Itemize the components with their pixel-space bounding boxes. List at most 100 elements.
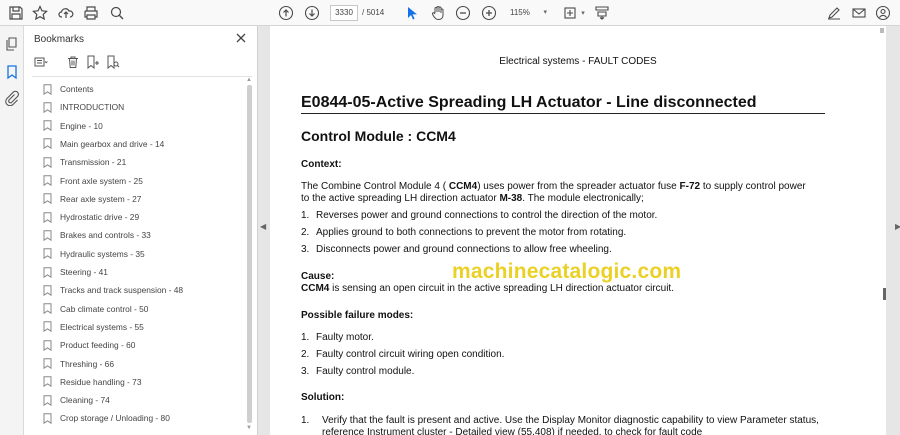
bookmark-item[interactable]: Threshing - 66 bbox=[43, 357, 114, 371]
collapse-left-icon[interactable]: ◀ bbox=[260, 222, 266, 231]
bookmark-icon bbox=[43, 156, 52, 168]
fit-page-chevron-icon[interactable]: ▾ bbox=[578, 3, 588, 23]
bookmark-item[interactable]: Crop storage / Unloading - 80 bbox=[43, 411, 170, 425]
bookmark-item[interactable]: Electrical systems - 55 bbox=[43, 320, 144, 334]
bookmarks-panel: Bookmarks Contents INTRODUCTION Engine - 1… bbox=[24, 26, 258, 435]
scroll-mode-icon[interactable] bbox=[592, 3, 612, 23]
bookmark-label: Rear axle system - 27 bbox=[60, 193, 142, 204]
list-text: Faulty control circuit wiring open condi… bbox=[316, 349, 505, 360]
scrollbar-thumb[interactable] bbox=[247, 85, 252, 423]
bookmark-label: Engine - 10 bbox=[60, 120, 103, 131]
bookmark-panel-icon[interactable] bbox=[4, 64, 20, 80]
bookmark-item[interactable]: Front axle system - 25 bbox=[43, 174, 143, 188]
bookmark-label: Cleaning - 74 bbox=[60, 395, 110, 406]
solution-step: 1. Verify that the fault is present and a… bbox=[301, 415, 841, 426]
cause-heading: Cause: bbox=[301, 271, 335, 282]
bookmark-item[interactable]: Steering - 41 bbox=[43, 265, 108, 279]
bookmark-icon bbox=[43, 102, 52, 113]
cloud-upload-icon[interactable] bbox=[56, 3, 76, 23]
context-text: ) uses power from the spreader actuator … bbox=[477, 181, 680, 192]
bookmark-icon bbox=[43, 120, 52, 132]
scroll-down-icon[interactable]: ▼ bbox=[246, 425, 252, 431]
account-icon[interactable] bbox=[873, 3, 893, 23]
bookmark-icon bbox=[43, 358, 52, 370]
list-number: 1. bbox=[301, 332, 310, 343]
chevron-down-icon: ▾ bbox=[543, 9, 547, 16]
zoom-in-icon[interactable] bbox=[479, 3, 499, 23]
attachment-icon[interactable] bbox=[4, 90, 20, 107]
bookmark-item[interactable]: Hydraulic systems - 35 bbox=[43, 247, 145, 261]
bookmark-icon bbox=[43, 83, 52, 95]
add-bookmark-icon[interactable] bbox=[86, 55, 102, 71]
bookmark-scrollbar[interactable]: ▲ ▼ bbox=[246, 77, 254, 431]
bookmark-options-icon[interactable] bbox=[34, 55, 50, 71]
close-icon[interactable] bbox=[235, 31, 249, 45]
bookmark-icon bbox=[43, 339, 52, 351]
failure-modes-heading: Possible failure modes: bbox=[301, 310, 414, 321]
list-number: 2. bbox=[301, 349, 310, 360]
bookmark-icon bbox=[43, 266, 52, 278]
delete-bookmark-icon[interactable] bbox=[66, 55, 82, 71]
context-text: The Combine Control Module 4 ( bbox=[301, 181, 449, 192]
zoom-out-icon[interactable] bbox=[453, 3, 473, 23]
find-bookmark-icon[interactable] bbox=[106, 55, 122, 71]
previous-page-icon[interactable] bbox=[276, 3, 296, 23]
bookmark-icon bbox=[43, 193, 52, 205]
bookmark-label: Steering - 41 bbox=[60, 267, 108, 277]
bookmark-item[interactable]: Transmission - 21 bbox=[43, 155, 126, 169]
panel-title: Bookmarks bbox=[34, 34, 85, 45]
document-area[interactable]: Electrical systems - FAULT CODES E0844-0… bbox=[258, 26, 900, 435]
context-heading: Context: bbox=[301, 159, 342, 170]
sign-icon[interactable] bbox=[824, 3, 844, 23]
bookmark-item[interactable]: Cleaning - 74 bbox=[43, 393, 110, 407]
next-page-icon[interactable] bbox=[302, 3, 322, 23]
hand-tool-icon[interactable] bbox=[428, 3, 448, 23]
cause-paragraph: CCM4 is sensing an open circuit in the a… bbox=[301, 283, 831, 295]
list-number: 3. bbox=[301, 366, 310, 377]
save-icon[interactable] bbox=[6, 3, 26, 23]
bookmark-item[interactable]: INTRODUCTION bbox=[43, 100, 124, 114]
page-number-input[interactable]: 3330 bbox=[330, 5, 358, 21]
left-rail bbox=[0, 26, 24, 435]
bookmark-item[interactable]: Brakes and controls - 33 bbox=[43, 228, 151, 242]
star-icon[interactable] bbox=[30, 3, 50, 23]
pages-thumbnail-icon[interactable] bbox=[4, 36, 20, 52]
bookmark-label: Threshing - 66 bbox=[60, 358, 114, 369]
bookmark-item[interactable]: Rear axle system - 27 bbox=[43, 192, 141, 206]
zoom-level-select[interactable]: 115% ▾ bbox=[503, 5, 549, 21]
module-name: CCM4 bbox=[301, 283, 330, 294]
context-text: to the active spreading LH direction act… bbox=[301, 192, 500, 204]
bookmark-label: Contents bbox=[60, 84, 94, 94]
bookmark-item[interactable]: Cab climate control - 50 bbox=[43, 302, 148, 316]
bookmark-item[interactable]: Hydrostatic drive - 29 bbox=[43, 210, 139, 224]
context-text: to supply control power bbox=[700, 181, 806, 192]
select-cursor-icon[interactable] bbox=[402, 3, 422, 23]
scroll-up-icon[interactable] bbox=[880, 28, 884, 33]
bookmark-icon bbox=[43, 321, 52, 333]
fit-page-icon[interactable] bbox=[560, 3, 580, 23]
list-number: 3. bbox=[301, 244, 310, 255]
bookmark-item[interactable]: Main gearbox and drive - 14 bbox=[43, 137, 164, 151]
print-icon[interactable] bbox=[81, 3, 101, 23]
collapse-right-icon[interactable]: ▶ bbox=[895, 222, 900, 231]
bookmark-label: Residue handling - 73 bbox=[60, 376, 142, 387]
scroll-up-icon[interactable]: ▲ bbox=[246, 77, 252, 83]
context-text: . The module electronically; bbox=[522, 192, 644, 204]
bookmark-label: Front axle system - 25 bbox=[60, 175, 143, 186]
bookmark-item[interactable]: Engine - 10 bbox=[43, 119, 103, 133]
email-icon[interactable] bbox=[849, 3, 869, 23]
list-text: Reverses power and ground connections to… bbox=[316, 210, 658, 221]
scrollbar-thumb[interactable] bbox=[883, 288, 886, 300]
solution-step-continued: reference Instrument cluster - Detailed … bbox=[322, 427, 703, 435]
bookmark-label: Crop storage / Unloading - 80 bbox=[60, 413, 170, 424]
zoom-search-icon[interactable] bbox=[107, 3, 127, 23]
zoom-level-value: 115% bbox=[510, 8, 530, 17]
bookmark-item[interactable]: Residue handling - 73 bbox=[43, 375, 141, 389]
list-item: 1. Faulty motor. bbox=[301, 332, 841, 343]
list-item: 3. Disconnects power and ground connectio… bbox=[301, 244, 841, 255]
bookmark-item[interactable]: Tracks and track suspension - 48 bbox=[43, 283, 183, 297]
list-item: 2. Faulty control circuit wiring open con… bbox=[301, 349, 841, 360]
bookmark-item[interactable]: Contents bbox=[43, 82, 94, 96]
bookmark-item[interactable]: Product feeding - 60 bbox=[43, 338, 135, 352]
list-item: 1. Reverses power and ground connections … bbox=[301, 210, 841, 221]
